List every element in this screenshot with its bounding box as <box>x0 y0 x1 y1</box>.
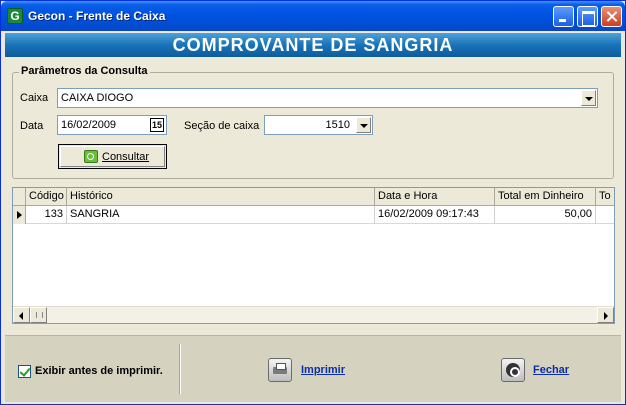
consultar-button[interactable]: Consultar <box>58 144 167 169</box>
close-window-button[interactable] <box>601 6 622 27</box>
date-value: 16/02/2009 <box>61 119 117 131</box>
chevron-down-icon[interactable] <box>356 117 371 133</box>
caixa-select-value: CAIXA DIOGO <box>61 92 134 104</box>
caixa-label: Caixa <box>20 92 49 104</box>
column-header-historico[interactable]: Histórico <box>67 188 375 206</box>
page-title-banner: COMPROVANTE DE SANGRIA <box>5 33 621 57</box>
horizontal-scrollbar[interactable] <box>13 306 614 323</box>
results-grid[interactable]: Código Histórico Data e Hora Total em Di… <box>12 187 615 324</box>
column-header-codigo[interactable]: Código <box>26 188 67 206</box>
exibir-checkbox[interactable] <box>18 365 31 378</box>
secao-label: Seção de caixa <box>184 120 260 132</box>
secao-select-value: 1510 <box>325 119 350 131</box>
secao-select[interactable]: 1510 <box>264 115 373 135</box>
window-title: Gecon - Frente de Caixa <box>28 9 166 23</box>
printer-icon[interactable] <box>268 358 292 382</box>
scroll-left-button[interactable] <box>13 307 30 323</box>
cell-total-dinheiro: 50,00 <box>495 206 596 224</box>
column-header-total-dinheiro[interactable]: Total em Dinheiro <box>495 188 596 206</box>
main-window: G Gecon - Frente de Caixa COMPROVANTE DE… <box>0 0 626 405</box>
exibir-label[interactable]: Exibir antes de imprimir. <box>35 365 163 377</box>
title-bar[interactable]: G Gecon - Frente de Caixa <box>1 1 625 31</box>
cell-data-hora: 16/02/2009 09:17:43 <box>375 206 495 224</box>
row-indicator-icon <box>13 206 26 224</box>
cell-extra <box>596 206 614 224</box>
scroll-thumb[interactable] <box>30 307 47 323</box>
grid-header: Código Histórico Data e Hora Total em Di… <box>13 188 614 206</box>
calendar-icon[interactable]: 15 <box>150 118 164 132</box>
imprimir-button[interactable]: Imprimir <box>301 364 345 376</box>
search-icon <box>84 150 98 163</box>
data-label: Data <box>20 120 44 132</box>
consultar-label: Consultar <box>102 151 150 163</box>
fechar-button[interactable]: Fechar <box>533 364 569 376</box>
column-header-extra[interactable]: To <box>596 188 614 206</box>
cell-historico: SANGRIA <box>67 206 375 224</box>
footer-bar: Exibir antes de imprimir. Imprimir Fecha… <box>5 335 621 402</box>
date-picker[interactable]: 16/02/2009 15 <box>57 115 167 135</box>
header-indicator <box>13 188 26 206</box>
footer-divider <box>179 344 181 394</box>
table-row[interactable]: 133 SANGRIA 16/02/2009 09:17:43 50,00 <box>13 206 614 224</box>
chevron-down-icon[interactable] <box>581 90 596 106</box>
power-icon[interactable] <box>501 358 525 382</box>
caixa-select[interactable]: CAIXA DIOGO <box>57 88 598 108</box>
maximize-button[interactable] <box>577 6 598 27</box>
column-header-data-hora[interactable]: Data e Hora <box>375 188 495 206</box>
cell-codigo: 133 <box>26 206 67 224</box>
gecon-app-icon: G <box>7 8 23 24</box>
minimize-button[interactable] <box>553 6 574 27</box>
scroll-right-button[interactable] <box>597 307 614 323</box>
group-legend: Parâmetros da Consulta <box>19 65 150 77</box>
